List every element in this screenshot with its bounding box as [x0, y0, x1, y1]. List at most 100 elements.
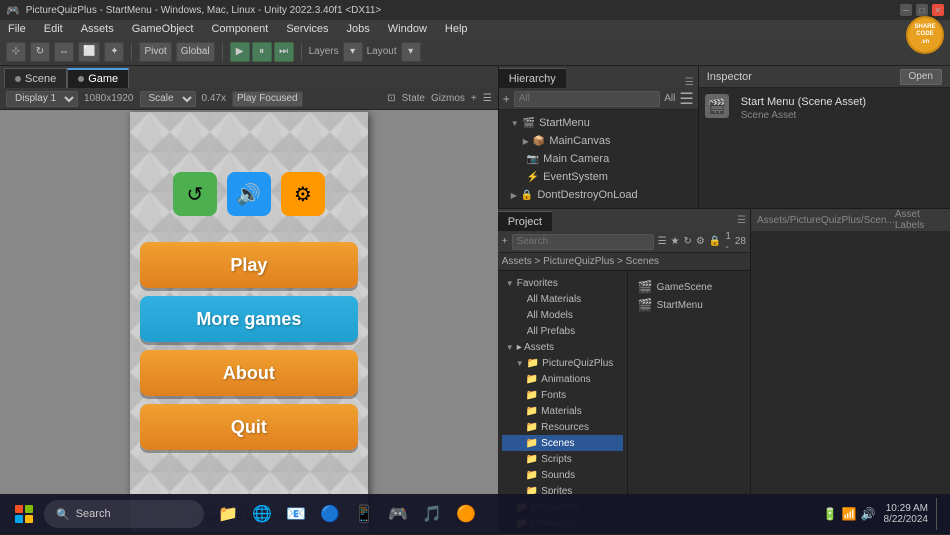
menu-window[interactable]: Window — [384, 23, 431, 35]
project-path-bar: Assets > PictureQuizPlus > Scenes — [498, 253, 750, 271]
project-settings-icon[interactable]: ⚙ — [696, 236, 705, 247]
taskbar-app-7[interactable]: 🎵 — [416, 498, 448, 530]
project-tab[interactable]: Project — [498, 211, 552, 231]
inspector-asset-row: 🎬 Start Menu (Scene Asset) Scene Asset — [705, 94, 944, 121]
taskbar-app-6[interactable]: 🎮 — [382, 498, 414, 530]
menu-help[interactable]: Help — [441, 23, 472, 35]
quit-button[interactable]: Quit — [140, 404, 358, 450]
clock[interactable]: 10:29 AM 8/22/2024 — [884, 503, 929, 525]
project-options[interactable]: ☰ — [733, 215, 750, 226]
display-select[interactable]: Display 1 — [6, 91, 78, 107]
scenes-item[interactable]: 📁 Scenes — [502, 435, 623, 451]
refresh-button[interactable]: ↺ — [173, 172, 217, 216]
gamescene-file[interactable]: 🎬 GameScene — [636, 279, 742, 295]
minimize-button[interactable]: ─ — [900, 4, 912, 16]
menu-assets[interactable]: Assets — [77, 23, 118, 35]
hierarchy-options[interactable]: ☰ — [681, 77, 698, 88]
close-button[interactable]: ✕ — [932, 4, 944, 16]
startmenu-file[interactable]: 🎬 StartMenu — [636, 297, 742, 313]
pause-button[interactable]: ⏸ — [252, 42, 272, 62]
toolbar-scale[interactable]: ⇔ — [54, 42, 74, 62]
win-quad-3 — [15, 515, 23, 523]
resources-folder-icon: 📁 — [526, 422, 538, 433]
fonts-label: Fonts — [541, 390, 566, 401]
project-add[interactable]: + — [502, 236, 508, 247]
fonts-item[interactable]: 📁 Fonts — [502, 387, 623, 403]
icon-button-row: ↺ 🔊 ⚙ — [130, 172, 368, 216]
play-game-button[interactable]: Play — [140, 242, 358, 288]
favorites-header[interactable]: ▼ Favorites — [502, 275, 623, 291]
resources-item[interactable]: 📁 Resources — [502, 419, 623, 435]
scale-select[interactable]: Scale — [140, 91, 196, 107]
taskbar-app-3[interactable]: 📧 — [280, 498, 312, 530]
hierarchy-filter[interactable]: ☰ — [679, 89, 693, 109]
hierarchy-item-maincanvas[interactable]: ▶ 📦 MainCanvas — [503, 132, 694, 150]
assets-header[interactable]: ▼ ▸ Assets — [502, 339, 623, 355]
toolbar-rect[interactable]: ⬜ — [78, 42, 100, 62]
tab-game[interactable]: Game — [67, 68, 129, 88]
menu-services[interactable]: Services — [282, 23, 332, 35]
hierarchy-item-startmenu[interactable]: ▼ 🎬 StartMenu — [503, 114, 694, 132]
taskbar-app-5[interactable]: 📱 — [348, 498, 380, 530]
hierarchy-all-label: All — [664, 93, 675, 104]
project-tab-label: Project — [508, 216, 542, 228]
about-button[interactable]: About — [140, 350, 358, 396]
play-button[interactable]: ▶ — [230, 42, 250, 62]
all-materials-item[interactable]: All Materials — [502, 291, 623, 307]
project-header: Project ☰ — [498, 209, 750, 231]
menu-edit[interactable]: Edit — [40, 23, 67, 35]
dontdestroy-arrow: ▶ — [511, 191, 517, 200]
hierarchy-item-dontdestroy[interactable]: ▶ 🔒 DontDestroyOnLoad — [503, 186, 694, 204]
all-models-item[interactable]: All Models — [502, 307, 623, 323]
menu-jobs[interactable]: Jobs — [343, 23, 374, 35]
menu-gameobject[interactable]: GameObject — [128, 23, 198, 35]
project-lock-icon[interactable]: 🔒 — [709, 236, 721, 247]
startmenu-label: StartMenu — [539, 117, 590, 129]
add-icon[interactable]: + — [471, 93, 477, 104]
hierarchy-add[interactable]: + — [503, 92, 510, 106]
hierarchy-item-eventsystem[interactable]: ⚡ EventSystem — [503, 168, 694, 186]
project-search[interactable] — [512, 234, 654, 250]
win-quad-1 — [15, 505, 23, 513]
all-prefabs-item[interactable]: All Prefabs — [502, 323, 623, 339]
bottom-right: Project ☰ + ☰ ★ ↻ ⚙ 🔒 1 - 28 Assets > Pi — [498, 208, 950, 535]
sounds-item[interactable]: 📁 Sounds — [502, 467, 623, 483]
menu-icon[interactable]: ☰ — [483, 93, 492, 104]
tab-scene[interactable]: Scene — [4, 68, 67, 88]
toolbar-rotate[interactable]: ↻ — [30, 42, 50, 62]
menu-file[interactable]: File — [4, 23, 30, 35]
hierarchy-search[interactable] — [514, 91, 661, 107]
animations-item[interactable]: 📁 Animations — [502, 371, 623, 387]
layers-dropdown[interactable]: ▾ — [343, 42, 363, 62]
show-desktop[interactable] — [936, 498, 942, 530]
start-button[interactable] — [8, 498, 40, 530]
picturequizplus-item[interactable]: ▼ 📁 PictureQuizPlus — [502, 355, 623, 371]
play-focused-btn[interactable]: Play Focused — [232, 91, 303, 107]
maximize-icon[interactable]: ⊡ — [387, 93, 395, 104]
sound-button[interactable]: 🔊 — [227, 172, 271, 216]
dontdestroy-icon: 🔒 — [521, 190, 533, 201]
toolbar-global[interactable]: Global — [176, 42, 215, 62]
menu-component[interactable]: Component — [207, 23, 272, 35]
maximize-button[interactable]: □ — [916, 4, 928, 16]
settings-button[interactable]: ⚙ — [281, 172, 325, 216]
toolbar-pivot[interactable]: Pivot — [139, 42, 171, 62]
step-button[interactable]: ⏭ — [274, 42, 294, 62]
materials-item[interactable]: 📁 Materials — [502, 403, 623, 419]
toolbar-transform2[interactable]: ✦ — [104, 42, 124, 62]
project-filter-icon[interactable]: ☰ — [658, 236, 667, 247]
taskbar-app-4[interactable]: 🔵 — [314, 498, 346, 530]
taskbar-search[interactable]: 🔍 Search — [44, 500, 204, 528]
taskbar-app-2[interactable]: 🌐 — [246, 498, 278, 530]
hierarchy-tab[interactable]: Hierarchy — [499, 68, 566, 88]
toolbar-transform[interactable]: ⊹ — [6, 42, 26, 62]
project-refresh-icon[interactable]: ↻ — [684, 236, 692, 247]
taskbar-app-1[interactable]: 📁 — [212, 498, 244, 530]
layout-dropdown[interactable]: ▾ — [401, 42, 421, 62]
open-button[interactable]: Open — [900, 69, 942, 85]
taskbar-app-8[interactable]: 🟠 — [450, 498, 482, 530]
project-path: Assets > PictureQuizPlus > Scenes — [502, 256, 659, 267]
scripts-item[interactable]: 📁 Scripts — [502, 451, 623, 467]
more-games-button[interactable]: More games — [140, 296, 358, 342]
hierarchy-item-maincamera[interactable]: 📷 Main Camera — [503, 150, 694, 168]
